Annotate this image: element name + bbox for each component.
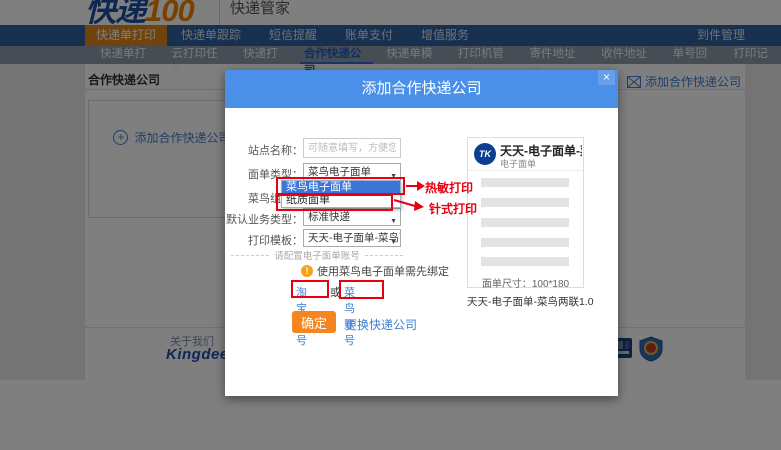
modal-title: 添加合作快递公司	[225, 70, 618, 108]
skeleton-line	[481, 198, 569, 207]
skeleton-line	[481, 257, 569, 266]
template-preview-card: TK 天天-电子面单-菜鸟两联1.0 电子面单 面单尺寸：100*180	[467, 137, 584, 288]
app-root: 快递100 快递管家 快递单打印 快递单跟踪 短信提醒 账单支付 增值服务 到件…	[0, 0, 781, 450]
card-caption: 天天-电子面单-菜鸟两联1.0	[467, 294, 584, 309]
caret-down-icon: ▼	[390, 235, 397, 247]
config-divider-text: 请配置电子面单账号	[274, 248, 360, 262]
skeleton-line	[481, 178, 569, 187]
biz-type-value: 标准快递	[308, 211, 350, 223]
dropdown-option-paper[interactable]: 纸质面单	[282, 194, 400, 207]
dropdown-option-cainiao[interactable]: 菜鸟电子面单	[282, 181, 400, 194]
sheet-size-text: 面单尺寸：100*180	[468, 275, 583, 290]
tiantian-logo-icon: TK	[474, 143, 496, 165]
or-text: 或	[330, 284, 341, 300]
caret-down-icon: ▼	[390, 214, 397, 226]
annotation-pin-print: 针式打印	[429, 200, 477, 217]
skeleton-line	[481, 218, 569, 227]
biz-type-label: 默认业务类型：	[225, 211, 303, 227]
site-name-input[interactable]	[303, 138, 401, 158]
sheet-type-dropdown: 菜鸟电子面单 纸质面单	[281, 180, 401, 208]
site-name-label: 站点名称：	[225, 142, 303, 158]
warning-row: ! 使用菜鸟电子面单需先绑定	[301, 263, 449, 279]
sheet-type-value: 菜鸟电子面单	[308, 166, 371, 178]
card-header: TK 天天-电子面单-菜鸟两联1.0 电子面单	[468, 138, 583, 171]
divider-dash	[231, 255, 269, 256]
sheet-type-select[interactable]: 菜鸟电子面单 ▼	[303, 163, 401, 181]
template-select[interactable]: 天天-电子面单-菜鸟两联1.0 ▼	[303, 229, 401, 247]
warning-text: 使用菜鸟电子面单需先绑定	[317, 263, 449, 279]
card-subtitle: 电子面单	[500, 157, 536, 170]
modal-header: 添加合作快递公司 ×	[225, 70, 618, 108]
template-value: 天天-电子面单-菜鸟两联1.0	[308, 232, 401, 244]
config-divider: 请配置电子面单账号	[231, 248, 403, 262]
annotation-thermal-print: 热敏打印	[425, 179, 473, 196]
warning-icon: !	[301, 265, 313, 277]
divider-dash	[365, 255, 403, 256]
skeleton-line	[481, 238, 569, 247]
biz-type-select[interactable]: 标准快递 ▼	[303, 208, 401, 226]
add-company-modal: 添加合作快递公司 × 站点名称： 面单类型： 菜鸟电子面单 ▼ 菜鸟组件： 菜鸟…	[225, 70, 618, 396]
close-icon[interactable]: ×	[598, 70, 615, 85]
change-company-link[interactable]: 更换快递公司	[345, 316, 417, 333]
confirm-button[interactable]: 确定	[292, 311, 336, 333]
template-label: 打印模板：	[225, 232, 303, 248]
